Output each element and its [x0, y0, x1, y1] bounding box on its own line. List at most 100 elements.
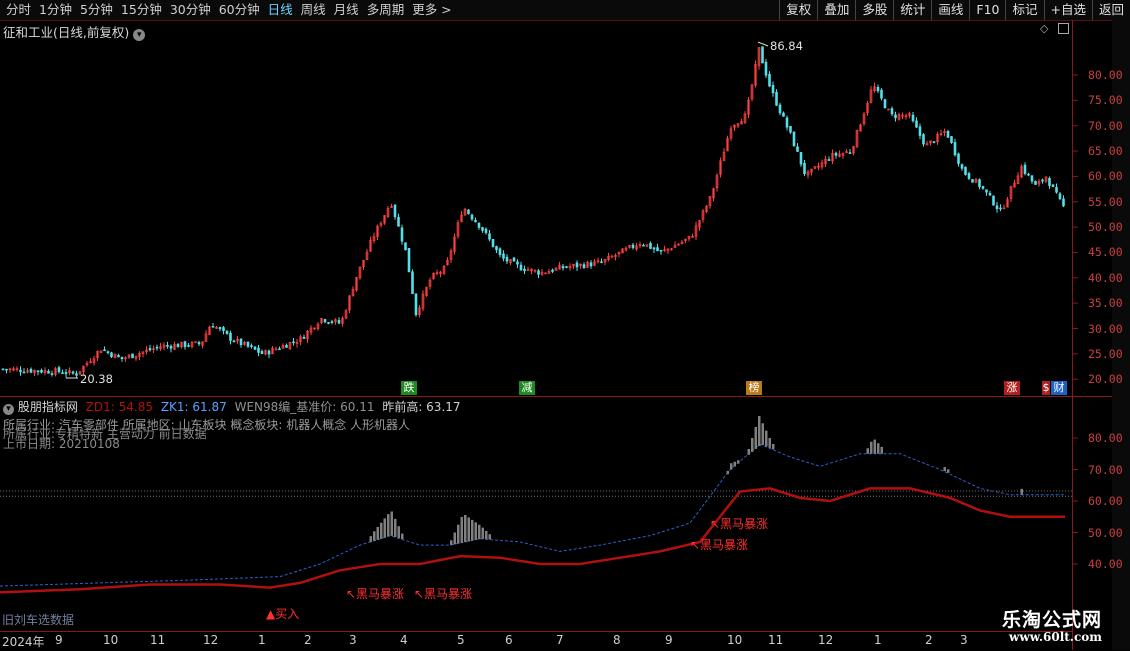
price-tick-label: 65.00 — [1088, 144, 1123, 159]
candle-body — [880, 89, 883, 99]
candle-body — [992, 195, 995, 206]
candle-body — [631, 244, 635, 248]
candle-body — [964, 166, 967, 175]
indicator-bar — [758, 415, 761, 446]
high-price-label: 86.84 — [770, 39, 803, 53]
candle-body — [537, 270, 540, 275]
month-label: 1 — [874, 633, 882, 647]
candle-body — [789, 125, 792, 133]
candle-body — [1062, 198, 1065, 207]
indicator-bar — [380, 522, 383, 539]
indicator-bar — [474, 522, 477, 540]
candle-body — [1034, 181, 1037, 185]
candle-body — [155, 346, 159, 349]
candle-body — [785, 117, 789, 128]
indicator-bar — [401, 533, 404, 540]
month-label: 2 — [925, 633, 933, 647]
candle-body — [995, 205, 999, 209]
candle-body — [915, 120, 918, 128]
zd1-value: ZD1: 54.85 — [85, 400, 153, 414]
candle-body — [971, 179, 974, 183]
candle-body — [827, 159, 831, 161]
indicator-tick-label: 70.00 — [1088, 462, 1123, 477]
month-label: 9 — [55, 633, 63, 647]
candle-body — [75, 373, 78, 376]
candle-body — [337, 320, 341, 324]
event-badge-bang[interactable]: 榜 — [746, 381, 762, 395]
candle-body — [950, 136, 953, 143]
indicator-bar — [772, 443, 775, 450]
indicator-bar — [751, 438, 754, 452]
candle-body — [36, 370, 40, 372]
candle-body — [484, 228, 488, 233]
candle-body — [302, 336, 306, 339]
indicator-bar — [880, 446, 883, 454]
candle-body — [1023, 164, 1027, 174]
candle-body — [120, 356, 124, 360]
candle-body — [397, 216, 400, 227]
candle-body — [978, 179, 981, 188]
info-line-listing: 上市日期: 20210108 — [3, 437, 120, 451]
event-badge-die[interactable]: 跌 — [401, 381, 417, 395]
candle-body — [187, 345, 190, 347]
candle-body — [659, 249, 663, 252]
price-tick-label: 55.00 — [1088, 194, 1123, 209]
indicator-bar — [866, 448, 869, 454]
indicator-bar — [453, 532, 456, 545]
candle-body — [771, 85, 775, 94]
price-tick-label: 20.00 — [1088, 372, 1123, 387]
price-tick-label: 80.00 — [1088, 68, 1123, 82]
chart-canvas[interactable] — [0, 0, 1130, 650]
candle-body — [117, 355, 120, 358]
candle-body — [166, 344, 169, 347]
candle-body — [575, 262, 579, 268]
candle-body — [960, 164, 964, 169]
candle-body — [5, 368, 8, 371]
candle-body — [292, 341, 295, 344]
price-tick-label: 45.00 — [1088, 245, 1123, 260]
month-label: 12 — [203, 633, 219, 647]
candle-body — [491, 238, 495, 248]
candle-body — [110, 352, 113, 358]
month-label: 4 — [400, 633, 408, 647]
candle-body — [222, 327, 225, 331]
candle-body — [411, 271, 414, 294]
candle-body — [505, 256, 509, 262]
gear-icon[interactable]: ▾ — [3, 404, 14, 415]
candle-body — [932, 141, 936, 143]
candle-body — [327, 322, 330, 324]
event-badge-dollar[interactable]: $ — [1042, 381, 1050, 395]
candle-body — [519, 264, 523, 271]
candle-body — [414, 293, 418, 316]
event-badge-zhang[interactable]: 涨 — [1004, 381, 1020, 395]
candle-body — [834, 152, 838, 156]
candle-body — [988, 192, 992, 196]
candle-body — [407, 248, 411, 273]
candle-body — [778, 104, 782, 114]
indicator-tick-label: 50.00 — [1088, 525, 1123, 540]
candle-body — [253, 346, 257, 350]
candle-body — [61, 372, 64, 374]
indicator-bar — [765, 430, 768, 447]
event-badge-jian[interactable]: 减 — [519, 381, 535, 395]
candle-body — [985, 189, 988, 193]
indicator-bar — [488, 534, 491, 540]
candle-body — [876, 86, 880, 92]
candle-body — [330, 321, 334, 323]
candle-body — [582, 264, 586, 268]
candle-body — [495, 246, 498, 251]
candle-body — [131, 353, 134, 359]
indicator-bar — [726, 470, 729, 475]
candle-body — [523, 268, 526, 272]
price-tick-label: 75.00 — [1088, 93, 1123, 108]
candle-body — [239, 338, 243, 346]
candle-body — [50, 373, 54, 375]
indicator-bar — [369, 536, 372, 543]
candle-body — [257, 347, 260, 353]
event-badge-cai[interactable]: 财 — [1051, 381, 1067, 395]
indicator-name[interactable]: 股朋指标网 — [18, 400, 78, 414]
price-tick-label: 35.00 — [1088, 296, 1123, 311]
watermark-url: www.60lt.com — [1009, 630, 1102, 644]
candle-body — [470, 214, 474, 220]
candle-body — [71, 371, 75, 374]
